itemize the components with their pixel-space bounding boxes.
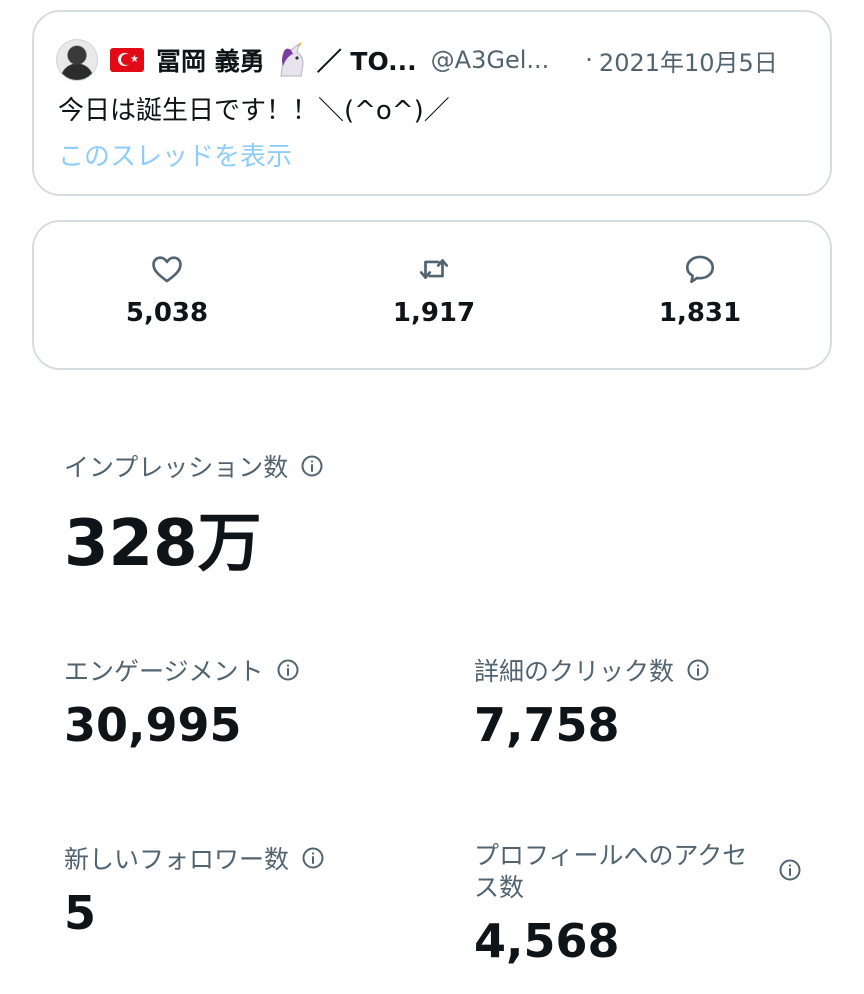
reply-icon [685,255,715,284]
engagement-stats-card: 5,038 1,917 1,831 [32,220,832,370]
info-icon[interactable] [276,658,300,682]
display-name-suffix[interactable]: ／ TO... [317,42,417,78]
info-icon[interactable] [686,658,710,682]
new-followers-label: 新しいフォロワー数 [64,845,290,874]
engagements-metric: エンゲージメント 30,995 [64,652,300,752]
detail-clicks-label: 詳細のクリック数 [474,657,675,686]
turkey-flag-icon: ★ [110,48,144,72]
profile-visits-value: 4,568 [474,914,620,968]
engagements-label: エンゲージメント [64,657,264,686]
display-name[interactable]: 冨岡 義勇 [156,42,265,78]
detail-clicks-metric: 詳細のクリック数 7,758 [474,652,710,752]
tweet-date[interactable]: 2021年10月5日 [599,43,778,78]
replies-stat[interactable]: 1,831 [600,252,800,328]
retweets-stat[interactable]: 1,917 [334,252,534,328]
tweet-header: ★ 冨岡 義勇 ／ TO... @A3Gel... · 2021年10月5日 [56,36,806,84]
info-icon[interactable] [300,454,324,478]
likes-count: 5,038 [125,298,209,328]
info-icon[interactable] [301,846,325,870]
separator-dot: · [585,46,593,74]
engagements-value: 30,995 [64,698,242,752]
tweet-card[interactable]: ★ 冨岡 義勇 ／ TO... @A3Gel... · 2021年10月5日 今… [32,10,832,196]
detail-clicks-value: 7,758 [474,698,620,752]
retweets-count: 1,917 [392,298,476,328]
heart-icon [152,256,182,283]
replies-count: 1,831 [658,298,742,328]
avatar[interactable] [56,39,98,81]
impressions-value: 328万 [64,507,262,581]
show-thread-link[interactable]: このスレッドを表示 [58,136,292,173]
impressions-label: インプレッション数 [64,453,289,482]
profile-visits-label: プロフィールへのアクセス数 [474,841,748,902]
tweet-text: 今日は誕生日です！！＼(^o^)／ [58,96,450,126]
retweet-icon [419,259,449,279]
unicorn-icon [280,42,304,77]
user-handle[interactable]: @A3Gel... [431,46,550,74]
profile-visits-metric: プロフィールへのアクセス数 4,568 [474,840,834,968]
new-followers-metric: 新しいフォロワー数 5 [64,840,325,940]
info-icon[interactable] [778,858,802,882]
new-followers-value: 5 [64,886,97,940]
impressions-metric: インプレッション数 328万 [64,448,324,584]
likes-stat[interactable]: 5,038 [67,252,267,328]
